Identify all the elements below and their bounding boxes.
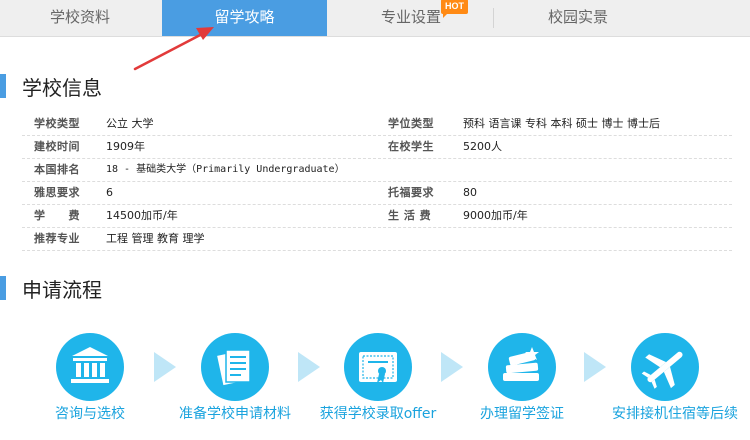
section-title: 学校信息 bbox=[22, 76, 102, 100]
ranking-value: 18 - 基础类大学（Primarily Undergraduate） bbox=[106, 164, 345, 175]
document-icon bbox=[217, 349, 251, 386]
step-visa bbox=[488, 333, 556, 401]
living-cost-label: 生 活 费 bbox=[388, 209, 432, 222]
tab-label: 留学攻略 bbox=[214, 8, 275, 26]
step-prepare-materials bbox=[201, 333, 269, 401]
step-label: 咨询与选校 bbox=[55, 406, 125, 422]
step-arrow-icon bbox=[441, 352, 463, 382]
books-icon bbox=[503, 347, 539, 381]
airplane-icon bbox=[641, 351, 683, 389]
founded-label: 建校时间 bbox=[34, 140, 80, 153]
school-info-table: 学校类型 公立 大学 学位类型 预科 语言课 专科 本科 硕士 博士 博士后 建… bbox=[22, 113, 732, 251]
tab-bar: 学校资料 留学攻略 专业设置 HOT 校园实景 bbox=[0, 0, 750, 37]
toefl-value: 80 bbox=[463, 186, 477, 199]
tuition-label: 学 费 bbox=[34, 209, 80, 222]
tab-label: 学校资料 bbox=[49, 8, 110, 26]
table-row: 雅思要求 6 托福要求 80 bbox=[22, 182, 732, 205]
step-consult bbox=[56, 333, 124, 401]
table-row: 推荐专业 工程 管理 教育 理学 bbox=[22, 228, 732, 251]
school-type-value: 公立 大学 bbox=[106, 117, 154, 130]
step-label: 办理留学签证 bbox=[480, 406, 564, 422]
tab-majors[interactable]: 专业设置 HOT bbox=[330, 0, 492, 36]
tab-campus[interactable]: 校园实景 bbox=[494, 0, 662, 36]
students-value: 5200人 bbox=[463, 140, 502, 153]
tab-label: 专业设置 bbox=[380, 8, 441, 26]
living-cost-value: 9000加币/年 bbox=[463, 209, 528, 222]
degree-type-label: 学位类型 bbox=[388, 117, 434, 130]
toefl-label: 托福要求 bbox=[388, 186, 434, 199]
recommended-majors-label: 推荐专业 bbox=[34, 232, 80, 245]
hot-badge: HOT bbox=[441, 0, 468, 18]
table-row: 学校类型 公立 大学 学位类型 预科 语言课 专科 本科 硕士 博士 博士后 bbox=[22, 113, 732, 136]
tab-label: 校园实景 bbox=[547, 8, 608, 26]
ielts-value: 6 bbox=[106, 186, 113, 199]
tuition-value: 14500加币/年 bbox=[106, 209, 178, 222]
ielts-label: 雅思要求 bbox=[34, 186, 80, 199]
step-label: 准备学校申请材料 bbox=[179, 406, 291, 422]
tab-study-guide[interactable]: 留学攻略 bbox=[162, 0, 327, 36]
certificate-icon bbox=[359, 352, 397, 383]
degree-type-value: 预科 语言课 专科 本科 硕士 博士 博士后 bbox=[463, 117, 660, 130]
school-building-icon bbox=[71, 347, 109, 383]
step-arrow-icon bbox=[298, 352, 320, 382]
step-label: 安排接机住宿等后续 bbox=[612, 406, 738, 422]
table-row: 建校时间 1909年 在校学生 5200人 bbox=[22, 136, 732, 159]
step-label: 获得学校录取offer bbox=[319, 406, 437, 422]
heading-accent-bar bbox=[0, 276, 6, 300]
founded-value: 1909年 bbox=[106, 140, 145, 153]
section-title: 申请流程 bbox=[22, 278, 102, 302]
table-row: 学 费 14500加币/年 生 活 费 9000加币/年 bbox=[22, 205, 732, 228]
students-label: 在校学生 bbox=[388, 140, 434, 153]
step-pickup-housing bbox=[631, 333, 699, 401]
step-arrow-icon bbox=[154, 352, 176, 382]
table-row: 本国排名 18 - 基础类大学（Primarily Undergraduate） bbox=[22, 159, 732, 182]
tab-school-info[interactable]: 学校资料 bbox=[0, 0, 160, 36]
step-get-offer bbox=[344, 333, 412, 401]
school-type-label: 学校类型 bbox=[34, 117, 80, 130]
ranking-label: 本国排名 bbox=[34, 163, 80, 176]
recommended-majors-value: 工程 管理 教育 理学 bbox=[106, 232, 205, 245]
heading-accent-bar bbox=[0, 74, 6, 98]
step-arrow-icon bbox=[584, 352, 606, 382]
